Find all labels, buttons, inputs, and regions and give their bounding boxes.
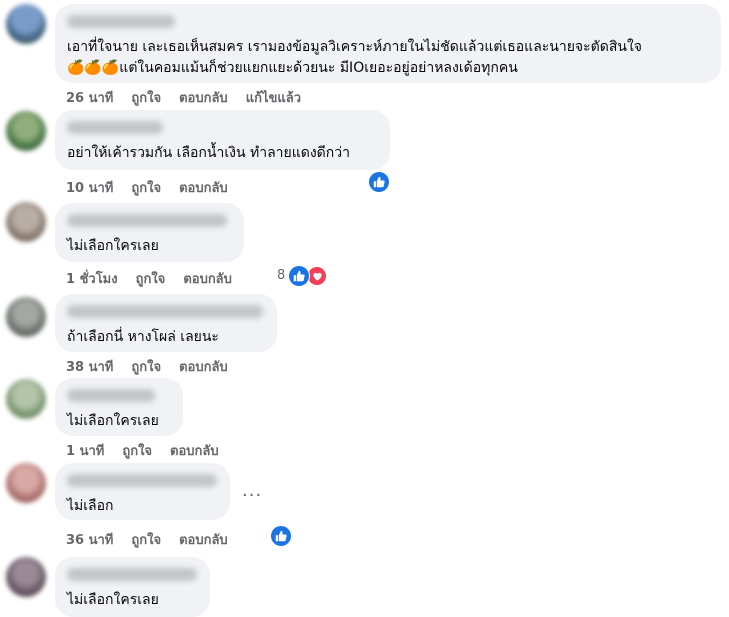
- avatar[interactable]: [6, 379, 46, 419]
- reply-button[interactable]: ตอบกลับ: [179, 529, 228, 550]
- avatar[interactable]: [6, 463, 46, 503]
- avatar[interactable]: [6, 297, 46, 337]
- reply-button[interactable]: ตอบกลับ: [179, 356, 228, 377]
- comment-bubble: ถ้าเลือกนี่ หางโผล่ เลยนะ: [55, 294, 277, 352]
- timestamp[interactable]: 10 นาที: [66, 177, 113, 198]
- avatar[interactable]: [6, 202, 46, 242]
- author-name[interactable]: [67, 305, 263, 318]
- reply-button[interactable]: ตอบกลับ: [179, 87, 228, 108]
- like-button[interactable]: ถูกใจ: [131, 529, 161, 550]
- timestamp[interactable]: 36 นาที: [66, 529, 113, 550]
- heart-icon[interactable]: [308, 267, 326, 285]
- author-name[interactable]: [67, 474, 217, 487]
- more-options-icon[interactable]: ...: [242, 480, 262, 501]
- comment-text: ถ้าเลือกนี่ หางโผล่ เลยนะ: [67, 329, 219, 345]
- comment-actions: 1 ชั่วโมง ถูกใจ ตอบกลับ: [66, 268, 250, 289]
- like-button[interactable]: ถูกใจ: [131, 177, 161, 198]
- reaction-count[interactable]: 8: [277, 268, 285, 283]
- comment-actions: 1 นาที ถูกใจ ตอบกลับ: [66, 440, 237, 461]
- like-icon[interactable]: [369, 172, 389, 192]
- reply-button[interactable]: ตอบกลับ: [170, 440, 219, 461]
- comment-bubble: ไม่เลือกใครเลย: [55, 378, 183, 436]
- like-button[interactable]: ถูกใจ: [131, 87, 161, 108]
- timestamp[interactable]: 26 นาที: [66, 87, 113, 108]
- reply-button[interactable]: ตอบกลับ: [183, 268, 232, 289]
- edited-label[interactable]: แก้ไขแล้ว: [246, 87, 301, 108]
- author-name[interactable]: [67, 214, 227, 227]
- comment-text: อย่าให้เค้ารวมกัน เลือกน้ำเงิน ทำลายแดงด…: [67, 145, 350, 161]
- like-button[interactable]: ถูกใจ: [136, 268, 166, 289]
- comment-text: ไม่เลือกใครเลย: [67, 238, 159, 254]
- author-name[interactable]: [67, 568, 197, 581]
- avatar[interactable]: [6, 111, 46, 151]
- like-button[interactable]: ถูกใจ: [131, 356, 161, 377]
- comment-text-line2: 🍊🍊🍊แต่ในคอมแม้นก็ช่วยแยกแยะด้วยนะ มีIOเย…: [67, 60, 518, 76]
- like-icon[interactable]: [271, 526, 291, 546]
- comment-bubble: ไม่เลือกใครเลย: [55, 203, 244, 262]
- comment-actions: 10 นาที ถูกใจ ตอบกลับ: [66, 177, 246, 198]
- timestamp[interactable]: 38 นาที: [66, 356, 113, 377]
- like-button[interactable]: ถูกใจ: [122, 440, 152, 461]
- comment-bubble: อย่าให้เค้ารวมกัน เลือกน้ำเงิน ทำลายแดงด…: [55, 110, 390, 170]
- reply-button[interactable]: ตอบกลับ: [179, 177, 228, 198]
- timestamp[interactable]: 1 นาที: [66, 440, 104, 461]
- author-name[interactable]: [67, 121, 163, 134]
- author-name[interactable]: [67, 15, 175, 28]
- avatar[interactable]: [6, 4, 46, 44]
- comment-text: ไม่เลือก: [67, 498, 114, 514]
- comment-bubble: ไม่เลือก: [55, 463, 230, 520]
- comment-actions: 36 นาที ถูกใจ ตอบกลับ: [66, 529, 246, 550]
- comment-text: เอาที่ใจนาย เละเธอเห็นสมคร เรามองข้อมูลว…: [67, 39, 642, 55]
- comment-actions: 26 นาที ถูกใจ ตอบกลับ แก้ไขแล้ว: [66, 87, 319, 108]
- orange-emoji: 🍊🍊🍊: [67, 60, 120, 76]
- comment-actions: 38 นาที ถูกใจ ตอบกลับ: [66, 356, 246, 377]
- comment-bubble: ไม่เลือกใครเลย: [55, 557, 210, 617]
- author-name[interactable]: [67, 389, 155, 402]
- avatar[interactable]: [6, 557, 46, 597]
- comment-text: ไม่เลือกใครเลย: [67, 413, 159, 429]
- comment-bubble: เอาที่ใจนาย เละเธอเห็นสมคร เรามองข้อมูลว…: [55, 4, 721, 83]
- timestamp[interactable]: 1 ชั่วโมง: [66, 268, 118, 289]
- like-icon[interactable]: [289, 266, 309, 286]
